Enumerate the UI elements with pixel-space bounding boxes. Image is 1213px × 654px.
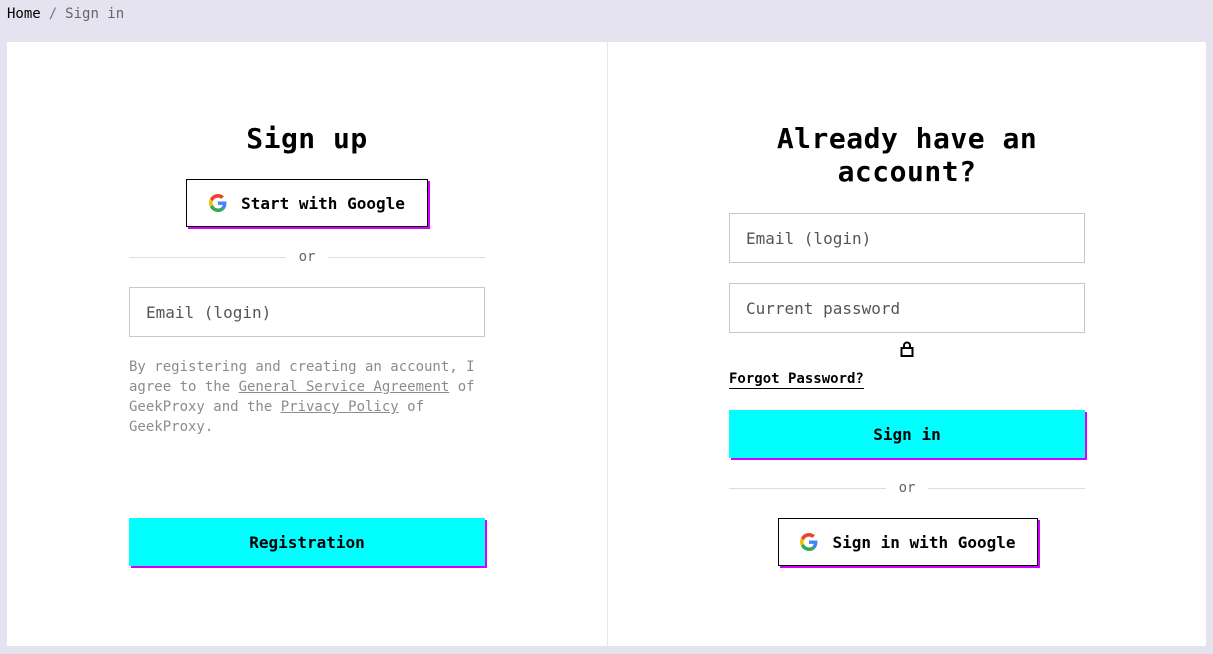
signin-title: Already have an account? [776, 122, 1038, 188]
divider-or: or [898, 480, 916, 496]
divider-or: or [298, 249, 316, 265]
forgot-password-link[interactable]: Forgot Password? [729, 370, 864, 389]
breadcrumb-current: Sign in [65, 6, 125, 22]
signup-title: Sign up [246, 122, 368, 155]
divider-line [129, 256, 286, 258]
general-service-agreement-link[interactable]: General Service Agreement [239, 379, 450, 395]
signup-divider: or [129, 247, 486, 267]
google-icon [209, 194, 227, 212]
lock-icon[interactable] [900, 341, 914, 357]
breadcrumb-separator: / [48, 6, 58, 22]
auth-card: Sign up Start with Google or By register… [7, 42, 1206, 646]
divider-line [328, 256, 486, 258]
signin-email-field[interactable] [729, 213, 1085, 263]
breadcrumb: Home / Sign in [7, 4, 124, 24]
signup-email-field[interactable] [129, 287, 485, 337]
terms-text: By registering and creating an account, … [129, 357, 485, 437]
registration-button[interactable]: Registration [129, 518, 485, 566]
start-with-google-label: Start with Google [241, 193, 405, 213]
start-with-google-button[interactable]: Start with Google [186, 179, 428, 227]
sign-in-with-google-label: Sign in with Google [832, 532, 1016, 552]
sign-in-button[interactable]: Sign in [729, 410, 1085, 458]
signup-panel: Sign up Start with Google or By register… [7, 42, 608, 646]
privacy-policy-link[interactable]: Privacy Policy [281, 399, 399, 415]
divider-line [729, 487, 886, 489]
current-password-field[interactable] [729, 283, 1085, 333]
google-icon [800, 533, 818, 551]
signin-panel: Already have an account? Forgot Password… [608, 42, 1206, 646]
sign-in-with-google-button[interactable]: Sign in with Google [778, 518, 1038, 566]
breadcrumb-home-link[interactable]: Home [7, 4, 41, 24]
signin-divider: or [729, 478, 1086, 498]
divider-line [928, 487, 1086, 489]
